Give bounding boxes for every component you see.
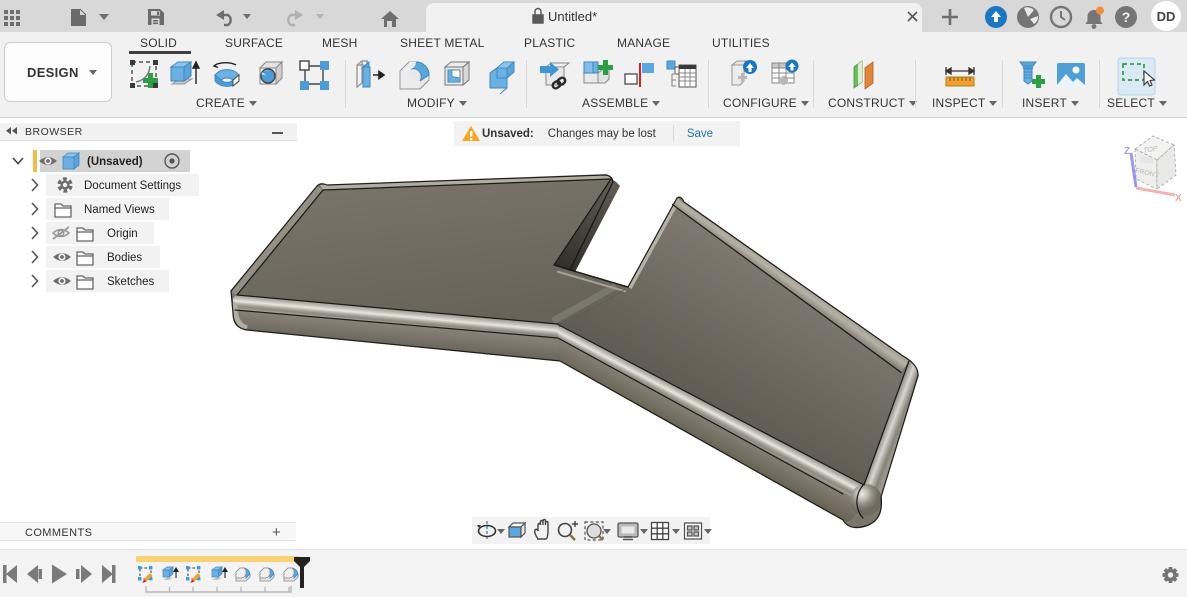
svg-text:?: ? — [1122, 9, 1131, 25]
svg-text:Named Views: Named Views — [84, 204, 155, 216]
svg-text:(Unsaved): (Unsaved) — [87, 156, 143, 168]
svg-text:Bodies: Bodies — [107, 252, 142, 264]
svg-text:Z: Z — [1124, 146, 1130, 157]
svg-text:Document Settings: Document Settings — [84, 180, 181, 192]
svg-text:Sketches: Sketches — [107, 276, 155, 288]
svg-text:X: X — [1175, 193, 1182, 204]
svg-text:DD: DD — [1157, 9, 1176, 24]
svg-text:Origin: Origin — [107, 228, 138, 240]
